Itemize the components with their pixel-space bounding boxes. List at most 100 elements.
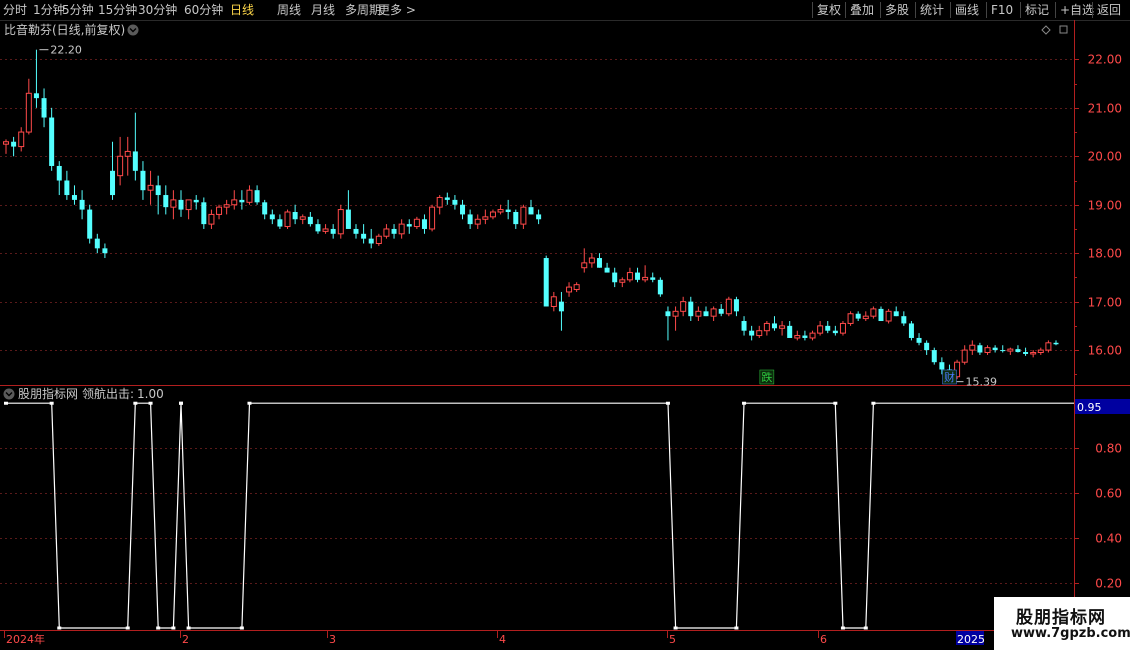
candle: [315, 219, 321, 234]
watermark-url: www.7gpzb.com: [1011, 626, 1130, 641]
indicator-point: [171, 626, 176, 630]
candle: [254, 185, 260, 205]
candle: [398, 219, 405, 239]
candle: [163, 185, 169, 215]
indicator-tick-label: 0.40: [1095, 532, 1122, 546]
candle: [185, 199, 192, 220]
indicator-point: [665, 401, 670, 405]
candle-body: [140, 170, 146, 191]
candle: [642, 265, 649, 283]
event-marker-text: 跌: [761, 370, 772, 384]
candle-body: [497, 209, 504, 213]
square-icon[interactable]: [1059, 25, 1068, 34]
candle: [718, 304, 724, 317]
candle-body: [961, 349, 968, 363]
candle-body: [839, 322, 846, 334]
candle: [368, 228, 374, 249]
indicator-menu-icon[interactable]: [3, 388, 15, 400]
candle-body: [452, 199, 458, 205]
candle-body: [604, 267, 610, 273]
candle: [809, 330, 816, 341]
candle: [505, 199, 511, 220]
candle-body: [969, 344, 976, 351]
candle-body: [870, 308, 877, 317]
main-title: 比音勒芬(日线,前复权): [4, 22, 125, 37]
candle-body: [391, 228, 397, 234]
candle: [436, 195, 443, 215]
candle-body: [337, 209, 344, 235]
candle-body: [421, 219, 427, 229]
candle-body: [984, 347, 991, 354]
candle-body: [216, 206, 223, 215]
candle: [467, 209, 473, 229]
candle-body: [977, 345, 983, 353]
candle: [581, 248, 588, 273]
candle-body: [1045, 342, 1052, 351]
candle-body: [307, 216, 313, 225]
candle-body: [269, 214, 275, 220]
dropdown-circle: [3, 388, 15, 400]
candle-body: [277, 219, 283, 227]
indicator-point: [57, 626, 62, 630]
candle: [825, 321, 831, 334]
candle-body: [64, 180, 70, 196]
indicator-point: [840, 626, 845, 630]
candle: [330, 224, 336, 239]
candle-body: [322, 228, 329, 232]
candle: [520, 204, 527, 229]
candle-body: [725, 298, 732, 315]
candle: [862, 311, 869, 322]
date-tick-label: 5: [669, 633, 676, 646]
candle-body: [657, 279, 663, 295]
candle: [763, 321, 770, 336]
candle: [413, 216, 420, 229]
candle: [489, 209, 496, 220]
candle-body: [642, 276, 649, 281]
candle-body: [193, 199, 199, 203]
candle: [733, 296, 739, 317]
candle-body: [612, 272, 618, 283]
candle-body: [756, 330, 763, 337]
title-dropdown-icon[interactable]: [127, 24, 139, 36]
candle-body: [992, 347, 998, 351]
candle: [56, 161, 62, 196]
candle-body: [482, 216, 489, 220]
candle-body: [41, 98, 47, 118]
candle: [924, 340, 930, 355]
indicator-value-label: 领航出击:: [82, 386, 134, 401]
indicator-point: [186, 626, 191, 630]
event-marker[interactable]: 跌: [759, 369, 775, 385]
candle: [756, 325, 763, 338]
candle-body: [536, 214, 542, 220]
candle-body: [665, 311, 671, 317]
indicator-point: [247, 401, 252, 405]
candle-body: [505, 209, 511, 212]
candle-body: [916, 337, 922, 343]
candle: [117, 136, 124, 186]
candle: [292, 204, 298, 225]
price-tick-label: 16.00: [1088, 344, 1122, 358]
event-marker[interactable]: 财: [942, 369, 957, 385]
watermark-title: 股朋指标网: [1016, 608, 1106, 628]
candle: [710, 306, 717, 322]
candle: [573, 282, 580, 292]
candle: [961, 345, 968, 365]
candle: [665, 306, 671, 341]
candle: [147, 170, 154, 205]
candle-body: [924, 342, 930, 351]
candle: [558, 291, 564, 331]
candle: [1023, 347, 1029, 356]
candle-body: [231, 199, 238, 206]
diamond-icon[interactable]: [1041, 25, 1051, 35]
candle: [931, 347, 937, 365]
date-tick-label: 6: [820, 633, 827, 646]
candle: [832, 325, 838, 336]
candle: [193, 195, 199, 210]
candle: [284, 209, 291, 229]
candle: [3, 139, 9, 154]
candle: [33, 49, 39, 108]
candle-body: [809, 332, 816, 339]
candle-body: [345, 209, 351, 229]
price-tick-label: 20.00: [1088, 150, 1122, 164]
candle: [361, 224, 367, 244]
